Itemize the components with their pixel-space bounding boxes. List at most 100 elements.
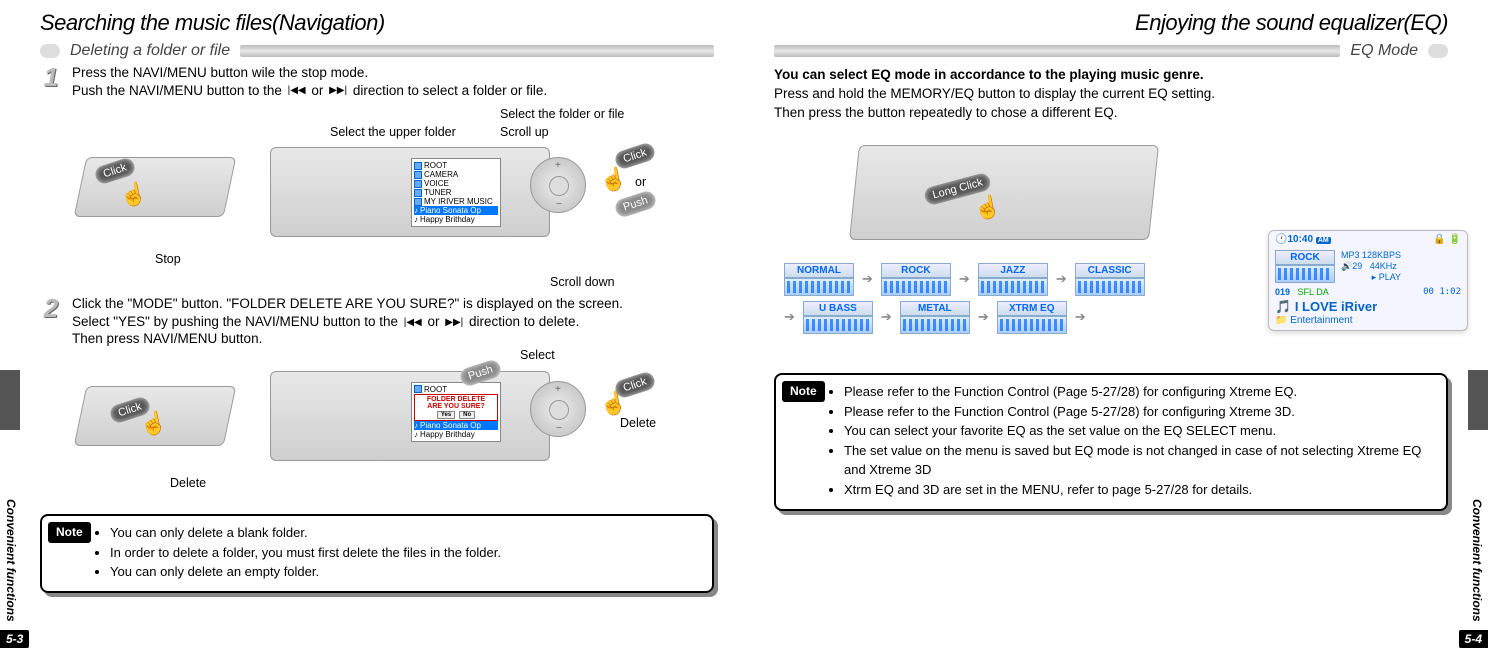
file-item: ROOT (424, 161, 447, 170)
file-item-selected: Piano Sonata Op (420, 206, 481, 215)
side-label-left: Convenient functions (4, 499, 18, 622)
step-2-line2c: direction to delete. (465, 314, 579, 329)
next-icon: ▶▶| (443, 316, 465, 329)
arrow-icon: ➔ (862, 271, 873, 287)
file-item: MY IRIVER MUSIC (424, 197, 493, 206)
note-tag: Note (782, 381, 825, 402)
file-item: Happy Brithday (420, 215, 475, 224)
eq-label: CLASSIC (1075, 263, 1145, 278)
eq-label: JAZZ (978, 263, 1048, 278)
note-tag: Note (48, 522, 91, 543)
callout-select: Select (520, 348, 555, 362)
device-large-2: ROOT FOLDER DELETE ARE YOU SURE? Yes No … (270, 371, 550, 461)
section-label: EQ Mode (1350, 42, 1418, 60)
yes-button[interactable]: Yes (437, 411, 455, 419)
note-item: Xtrm EQ and 3D are set in the MENU, refe… (844, 481, 1436, 500)
device-screen-2: ROOT FOLDER DELETE ARE YOU SURE? Yes No … (411, 382, 501, 442)
file-item: Happy Brithday (420, 430, 475, 439)
step-1-line1: Press the NAVI/MENU button wile the stop… (72, 64, 547, 82)
player-eq-current: ROCK (1275, 250, 1335, 283)
player-freq: 44KHz (1370, 261, 1397, 271)
section-cap (1428, 44, 1448, 58)
step-number-2: 2 (40, 295, 62, 348)
callout-scroll-down: Scroll down (550, 275, 615, 289)
eq-label: U BASS (803, 301, 873, 316)
arrow-icon: ➔ (784, 309, 795, 325)
step-2-line1: Click the "MODE" button. "FOLDER DELETE … (72, 295, 623, 313)
joystick-1: +− (530, 157, 586, 213)
eq-chip-jazz: JAZZ (978, 263, 1048, 296)
step-1-body: Press the NAVI/MENU button wile the stop… (72, 64, 547, 99)
section-label: Deleting a folder or file (70, 42, 230, 60)
section-header-eq: EQ Mode (774, 42, 1448, 60)
prev-icon: |◀◀ (402, 316, 424, 329)
lock-icon: 🔒 (1433, 234, 1445, 245)
section-bar (774, 45, 1340, 57)
eq-chip-ubass: U BASS (803, 301, 873, 334)
note-item: Please refer to the Function Control (Pa… (844, 403, 1436, 422)
player-screen: 🕐10:40 AM 🔒 🔋 ROCK MP3 128KBPS 🔊29 44KHz… (1268, 230, 1468, 331)
eq-label: NORMAL (784, 263, 854, 278)
clock-icon: 🕐 (1275, 234, 1287, 245)
note-item: You can select your favorite EQ as the s… (844, 422, 1436, 441)
arrow-icon: ➔ (959, 271, 970, 287)
next-icon: ▶▶| (327, 84, 349, 97)
file-item-selected: Piano Sonata Op (420, 421, 481, 430)
callout-scroll-up: Scroll up (500, 125, 549, 139)
step-2-body: Click the "MODE" button. "FOLDER DELETE … (72, 295, 623, 348)
section-bar (240, 45, 714, 57)
eq-chip-metal: METAL (900, 301, 970, 334)
callout-delete-2: Delete (620, 416, 656, 430)
player-volume: 29 (1352, 261, 1362, 271)
step-number-1: 1 (40, 64, 62, 99)
page-left: Searching the music files(Navigation) De… (0, 0, 744, 652)
hand-icon-1: ☝ (118, 180, 150, 210)
folder-icon: 📁 (1275, 315, 1287, 326)
player-state: PLAY (1379, 272, 1401, 282)
eq-intro-line3: Then press the button repeatedly to chos… (774, 104, 1448, 123)
step-2-line2b: or (424, 314, 444, 329)
device-small-1 (74, 157, 237, 217)
player-track-row: 019 SFL DA 00 1:02 (1269, 285, 1467, 299)
arrow-icon: ➔ (978, 309, 989, 325)
eq-chip-rock: ROCK (881, 263, 951, 296)
page-title-left: Searching the music files(Navigation) (40, 10, 714, 36)
player-top-bar: 🕐10:40 AM 🔒 🔋 (1269, 231, 1467, 248)
step-2-line2: Select "YES" by pushing the NAVI/MENU bu… (72, 313, 623, 331)
eq-intro: You can select EQ mode in accordance to … (774, 66, 1448, 123)
step-1: 1 Press the NAVI/MENU button wile the st… (40, 64, 714, 99)
note-item: The set value on the menu is saved but E… (844, 442, 1436, 480)
player-mid: ROCK MP3 128KBPS 🔊29 44KHz ▸ PLAY (1269, 248, 1467, 285)
volume-icon: 🔊 (1341, 261, 1352, 271)
joystick-2: +− (530, 381, 586, 437)
callout-select-upper: Select the upper folder (330, 125, 456, 139)
click-bubble-4: Click (613, 370, 656, 399)
step-1-line2: Push the NAVI/MENU button to the |◀◀ or … (72, 82, 547, 100)
callout-stop: Stop (155, 252, 181, 266)
step-1-line2b: or (308, 83, 328, 98)
page-right: Enjoying the sound equalizer(EQ) EQ Mode… (744, 0, 1488, 652)
eq-label: ROCK (881, 263, 951, 278)
player-elapsed: 00 1:02 (1423, 287, 1461, 297)
step-1-line2a: Push the NAVI/MENU button to the (72, 83, 286, 98)
click-bubble-2: Click (613, 141, 656, 170)
no-button[interactable]: No (459, 411, 475, 419)
delete-confirm-popup: FOLDER DELETE ARE YOU SURE? Yes No (414, 394, 498, 421)
arrow-icon: ➔ (1075, 309, 1086, 325)
popup-msg: ARE YOU SURE? (416, 403, 496, 410)
player-mode: SFL DA (1298, 287, 1329, 297)
player-title: I LOVE iRiver (1295, 299, 1377, 314)
callout-delete-1: Delete (170, 476, 206, 490)
device-screen-1: ROOT CAMERA VOICE TUNER MY IRIVER MUSIC … (411, 158, 501, 227)
note-item: You can only delete an empty folder. (110, 563, 702, 582)
player-bitrate: 128KBPS (1362, 250, 1401, 260)
note-item: In order to delete a folder, you must fi… (110, 544, 702, 563)
popup-title: FOLDER DELETE (416, 396, 496, 403)
player-track: 019 (1275, 287, 1290, 297)
player-title-block: 🎵 I LOVE iRiver 📁 Entertainment (1269, 299, 1467, 330)
player-ampm: AM (1316, 237, 1331, 244)
eq-chip-classic: CLASSIC (1075, 263, 1145, 296)
or-label: or (635, 175, 646, 189)
hand-icon-2: ☝ (598, 165, 630, 195)
eq-label: XTRM EQ (997, 301, 1067, 316)
